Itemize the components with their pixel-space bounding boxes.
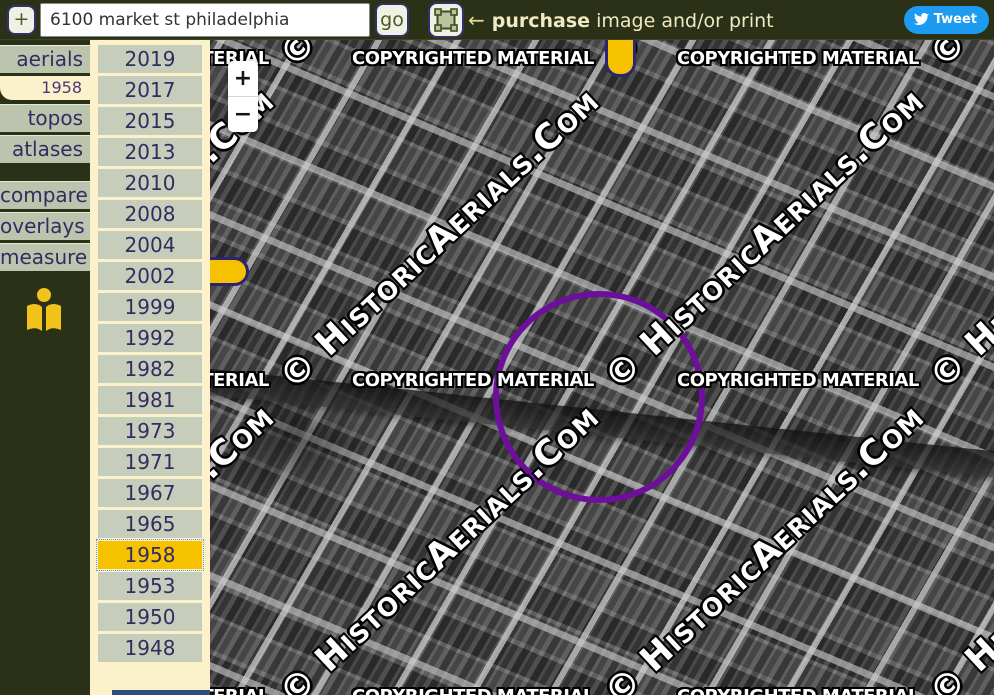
sidebar-tool-measure[interactable]: measure bbox=[0, 243, 90, 271]
year-list-overflow[interactable] bbox=[112, 690, 210, 695]
year-column: 2019 2017 2015 2013 2010 2008 2004 2002 1999 1992… bbox=[90, 40, 210, 695]
year-item-1950[interactable]: 1950 bbox=[98, 603, 202, 631]
sidebar: aerials 1958 topos atlases compare overl… bbox=[0, 40, 90, 695]
purchase-hint-rest: image and/or print bbox=[590, 10, 774, 32]
year-item-1971[interactable]: 1971 bbox=[98, 448, 202, 476]
year-item-1999[interactable]: 1999 bbox=[98, 293, 202, 321]
map-marker-left[interactable] bbox=[210, 257, 249, 286]
year-item-2019[interactable]: 2019 bbox=[98, 45, 202, 73]
sidebar-tab-aerials[interactable]: aerials bbox=[0, 45, 90, 73]
purchase-hint-emphasis: purchase bbox=[492, 10, 590, 32]
map-viewport[interactable]: COPYRIGHTED MATERIAL© HistoricAerials.Co… bbox=[210, 40, 994, 695]
tweet-button-label: Tweet bbox=[934, 12, 977, 27]
select-region-icon bbox=[434, 8, 458, 32]
year-item-1982[interactable]: 1982 bbox=[98, 355, 202, 383]
year-item-2004[interactable]: 2004 bbox=[98, 231, 202, 259]
sidebar-tab-topos[interactable]: topos bbox=[0, 104, 90, 132]
historicaerials-app: + go ← purchase image and/or print bbox=[0, 0, 994, 695]
year-item-2010[interactable]: 2010 bbox=[98, 169, 202, 197]
year-item-2017[interactable]: 2017 bbox=[98, 76, 202, 104]
year-item-1973[interactable]: 1973 bbox=[98, 417, 202, 445]
sidebar-tool-compare[interactable]: compare bbox=[0, 181, 90, 209]
sidebar-tab-atlases[interactable]: atlases bbox=[0, 135, 90, 163]
year-item-1965[interactable]: 1965 bbox=[98, 510, 202, 538]
year-item-2013[interactable]: 2013 bbox=[98, 138, 202, 166]
year-item-1981[interactable]: 1981 bbox=[98, 386, 202, 414]
year-item-2008[interactable]: 2008 bbox=[98, 200, 202, 228]
map-dark-area bbox=[218, 385, 368, 500]
go-button[interactable]: go bbox=[375, 3, 409, 37]
map-marker-top[interactable] bbox=[605, 40, 636, 77]
open-book-icon bbox=[24, 287, 64, 333]
twitter-bird-icon bbox=[914, 13, 929, 26]
search-result-circle bbox=[493, 291, 705, 503]
zoom-in-button[interactable]: + bbox=[228, 61, 258, 97]
year-item-1992[interactable]: 1992 bbox=[98, 324, 202, 352]
atlas-book-button[interactable] bbox=[0, 287, 90, 337]
map-zoom-control: + − bbox=[228, 61, 258, 132]
zoom-out-button[interactable]: − bbox=[228, 97, 258, 132]
purchase-hint-label: ← purchase image and/or print bbox=[468, 8, 774, 32]
year-item-1953[interactable]: 1953 bbox=[98, 572, 202, 600]
year-item-2002[interactable]: 2002 bbox=[98, 262, 202, 290]
purchase-region-button[interactable] bbox=[428, 2, 464, 38]
left-arrow-icon: ← bbox=[468, 8, 485, 32]
year-list: 2019 2017 2015 2013 2010 2008 2004 2002 1999 1992… bbox=[90, 40, 210, 662]
sidebar-tool-overlays[interactable]: overlays bbox=[0, 212, 90, 240]
year-item-1948[interactable]: 1948 bbox=[98, 634, 202, 662]
year-item-1958[interactable]: 1958 bbox=[98, 541, 202, 569]
year-item-2015[interactable]: 2015 bbox=[98, 107, 202, 135]
tweet-button[interactable]: Tweet bbox=[904, 6, 989, 34]
top-bar: + go ← purchase image and/or print bbox=[0, 0, 994, 40]
plus-button[interactable]: + bbox=[7, 5, 36, 35]
search-input[interactable] bbox=[40, 3, 370, 37]
sidebar-divider bbox=[0, 166, 90, 181]
year-item-1967[interactable]: 1967 bbox=[98, 479, 202, 507]
sidebar-active-year[interactable]: 1958 bbox=[0, 76, 90, 100]
